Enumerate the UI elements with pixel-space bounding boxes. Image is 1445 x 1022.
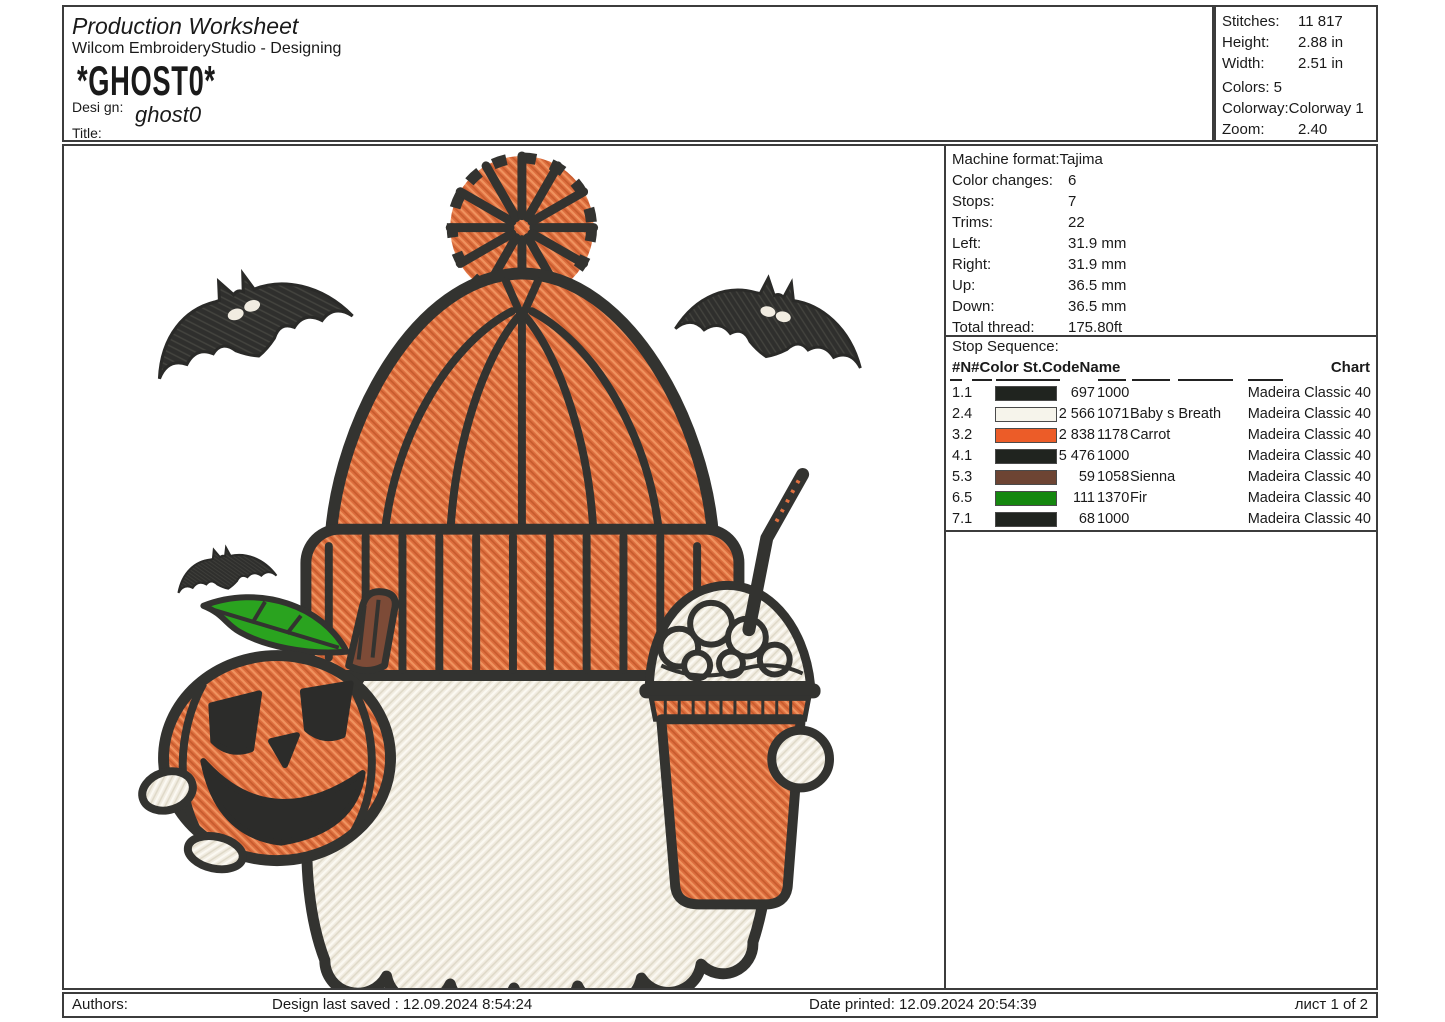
table-bottom-border bbox=[946, 530, 1376, 532]
machine-format: Machine format:Tajima bbox=[946, 149, 1376, 170]
machine-row: Stops: 7 bbox=[946, 191, 1376, 212]
design-stats-box: Stitches: 11 817 Height: 2.88 in Width: … bbox=[1214, 5, 1378, 142]
stat-stitches: Stitches: 11 817 bbox=[1216, 11, 1376, 32]
column-underline bbox=[996, 379, 1060, 381]
last-saved: Design last saved : 12.09.2024 8:54:24 bbox=[272, 994, 532, 1016]
app-name: Wilcom EmbroideryStudio - Designing bbox=[72, 40, 341, 58]
machine-row: Up: 36.5 mm bbox=[946, 275, 1376, 296]
stat-zoom: Zoom: 2.40 bbox=[1216, 119, 1376, 140]
machine-row: Down: 36.5 mm bbox=[946, 296, 1376, 317]
stop-sequence-chart-header: Chart bbox=[1331, 357, 1370, 378]
design-display-name: *GHOST0* bbox=[77, 57, 216, 105]
embroidery-design bbox=[64, 146, 944, 988]
machine-row: Right: 31.9 mm bbox=[946, 254, 1376, 275]
column-underline bbox=[1132, 379, 1170, 381]
stat-colorway: Colorway:Colorway 1 bbox=[1216, 98, 1376, 119]
date-printed: Date printed: 12.09.2024 20:54:39 bbox=[809, 994, 1037, 1016]
page-number: лист 1 of 2 bbox=[1295, 994, 1368, 1016]
pumpkin bbox=[137, 592, 395, 874]
stop-sequence-row: 1.1 697 1000 Madeira Classic 40 bbox=[946, 383, 1376, 404]
stat-height: Height: 2.88 in bbox=[1216, 32, 1376, 53]
stop-sequence-row: 3.2 2 838 1178 Carrot Madeira Classic 40 bbox=[946, 425, 1376, 446]
machine-info-panel: Machine format:Tajima Color changes: 6 S… bbox=[944, 144, 1378, 990]
column-underline bbox=[950, 379, 962, 381]
machine-row: Color changes: 6 bbox=[946, 170, 1376, 191]
production-worksheet-page: Production Worksheet Wilcom EmbroiderySt… bbox=[0, 0, 1445, 1022]
column-underline bbox=[1248, 379, 1283, 381]
stop-sequence-row: 4.1 5 476 1000 Madeira Classic 40 bbox=[946, 446, 1376, 467]
ghost-hand-right bbox=[772, 730, 830, 788]
bat-top-right bbox=[674, 261, 875, 376]
stat-colors: Colors: 5 bbox=[1216, 77, 1376, 98]
column-underline bbox=[972, 379, 992, 381]
bat-top-left bbox=[137, 245, 356, 387]
column-underline bbox=[1178, 379, 1233, 381]
worksheet-header: Production Worksheet Wilcom EmbroiderySt… bbox=[62, 5, 1214, 142]
machine-row: Left: 31.9 mm bbox=[946, 233, 1376, 254]
title-label: Title: bbox=[72, 125, 102, 141]
stop-sequence-row: 7.1 68 1000 Madeira Classic 40 bbox=[946, 509, 1376, 530]
design-filename: ghost0 bbox=[135, 102, 201, 128]
footer-bar: Authors: Design last saved : 12.09.2024 … bbox=[62, 992, 1378, 1018]
machine-row: Trims: 22 bbox=[946, 212, 1376, 233]
beanie-dome bbox=[331, 273, 713, 536]
bat-small bbox=[172, 540, 277, 597]
design-preview-area bbox=[62, 144, 946, 990]
column-underline bbox=[1098, 379, 1126, 381]
authors-label: Authors: bbox=[72, 994, 128, 1016]
stat-width: Width: 2.51 in bbox=[1216, 53, 1376, 74]
design-label: Desi gn: bbox=[72, 99, 123, 115]
stop-sequence-row: 5.3 59 1058 Sienna Madeira Classic 40 bbox=[946, 467, 1376, 488]
page-title: Production Worksheet bbox=[72, 13, 298, 40]
stop-sequence-row: 2.4 2 566 1071 Baby s Breath Madeira Cla… bbox=[946, 404, 1376, 425]
stop-sequence-header: #N#Color St.CodeName bbox=[952, 357, 1120, 378]
stop-sequence-row: 6.5 111 1370 Fir Madeira Classic 40 bbox=[946, 488, 1376, 509]
stop-sequence-label: Stop Sequence: bbox=[952, 336, 1059, 357]
